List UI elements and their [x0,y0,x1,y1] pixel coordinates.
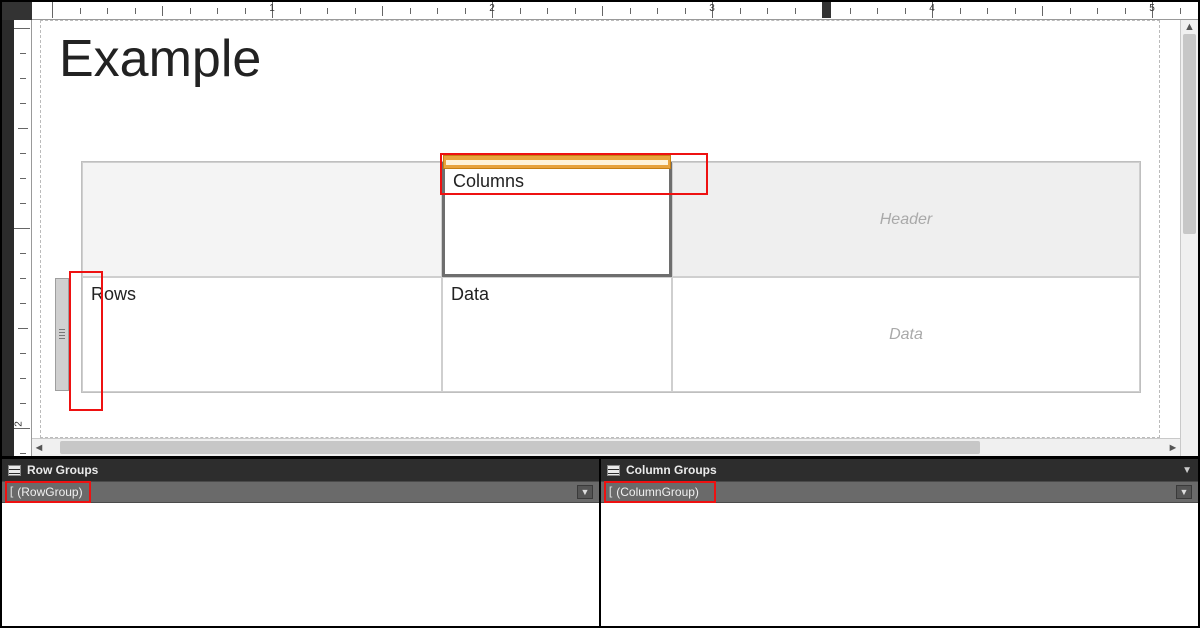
data-label: Data [451,284,489,304]
tablix-static-header-cell[interactable]: Header [672,162,1140,277]
report-body[interactable]: Example Columns Header [40,20,1160,438]
report-title[interactable]: Example [59,29,261,89]
v-scroll-thumb[interactable] [1183,34,1196,234]
design-canvas[interactable]: Example Columns Header [32,20,1180,438]
tablix-data-row: Rows Data Data [82,277,1140,392]
canvas-wrap: Example Columns Header [32,20,1180,456]
ruler-corner [2,2,32,20]
vertical-ruler[interactable]: 2 [14,20,32,456]
tablix-header-row: Columns Header [82,162,1140,277]
column-groups-body[interactable] [601,503,1198,626]
bracket-icon: [ [8,485,15,499]
tablix-column-header-cell[interactable]: Columns [442,162,672,277]
column-group-item[interactable]: [ (ColumnGroup) ▼ [601,481,1198,503]
left-gutter [2,20,14,456]
grouping-pane: Row Groups [ (RowGroup) ▼ Column Groups … [2,458,1198,626]
tablix-row-header-cell[interactable]: Rows [82,277,442,392]
tablix[interactable]: Columns Header Rows [81,161,1141,393]
row-groups-pane: Row Groups [ (RowGroup) ▼ [2,459,599,626]
grid-icon [8,465,21,476]
row-groups-title: Row Groups [27,463,98,477]
tablix-static-data-cell[interactable]: Data [672,277,1140,392]
horizontal-scrollbar[interactable]: ◄ ► [32,438,1180,456]
scroll-left-arrow-icon[interactable]: ◄ [32,442,46,454]
vertical-scrollbar[interactable]: ▲ [1180,20,1198,456]
h-scroll-track[interactable] [46,439,1166,456]
column-groups-title: Column Groups [626,463,717,477]
row-group-item[interactable]: [ (RowGroup) ▼ [2,481,599,503]
column-group-dropdown-button[interactable]: ▼ [1176,485,1192,499]
row-groups-header[interactable]: Row Groups [2,459,599,481]
app-root: 12345 2 Example Columns [2,2,1198,626]
header-placeholder: Header [880,211,932,229]
rows-label: Rows [91,284,136,304]
tablix-data-cell[interactable]: Data [442,277,672,392]
horizontal-ruler[interactable]: 12345 [32,2,1198,20]
design-area: 2 Example Columns Header [2,20,1198,458]
column-group-name: (ColumnGroup) [616,485,699,499]
scroll-right-arrow-icon[interactable]: ► [1166,442,1180,454]
columns-label: Columns [453,171,524,191]
column-groups-pane: Column Groups ▼ [ (ColumnGroup) ▼ [599,459,1198,626]
row-selection-handle[interactable] [55,278,69,391]
h-scroll-thumb[interactable] [60,441,980,454]
scroll-up-arrow-icon[interactable]: ▲ [1184,21,1195,33]
top-ruler-strip: 12345 [2,2,1198,20]
row-group-name: (RowGroup) [17,485,82,499]
bracket-icon: [ [607,485,614,499]
row-groups-body[interactable] [2,503,599,626]
column-selection-handle[interactable] [443,155,671,169]
grid-icon [607,465,620,476]
data-placeholder: Data [889,326,923,344]
column-groups-header[interactable]: Column Groups ▼ [601,459,1198,481]
tablix-corner-cell[interactable] [82,162,442,277]
grouping-pane-menu-button[interactable]: ▼ [1182,465,1192,476]
row-group-dropdown-button[interactable]: ▼ [577,485,593,499]
